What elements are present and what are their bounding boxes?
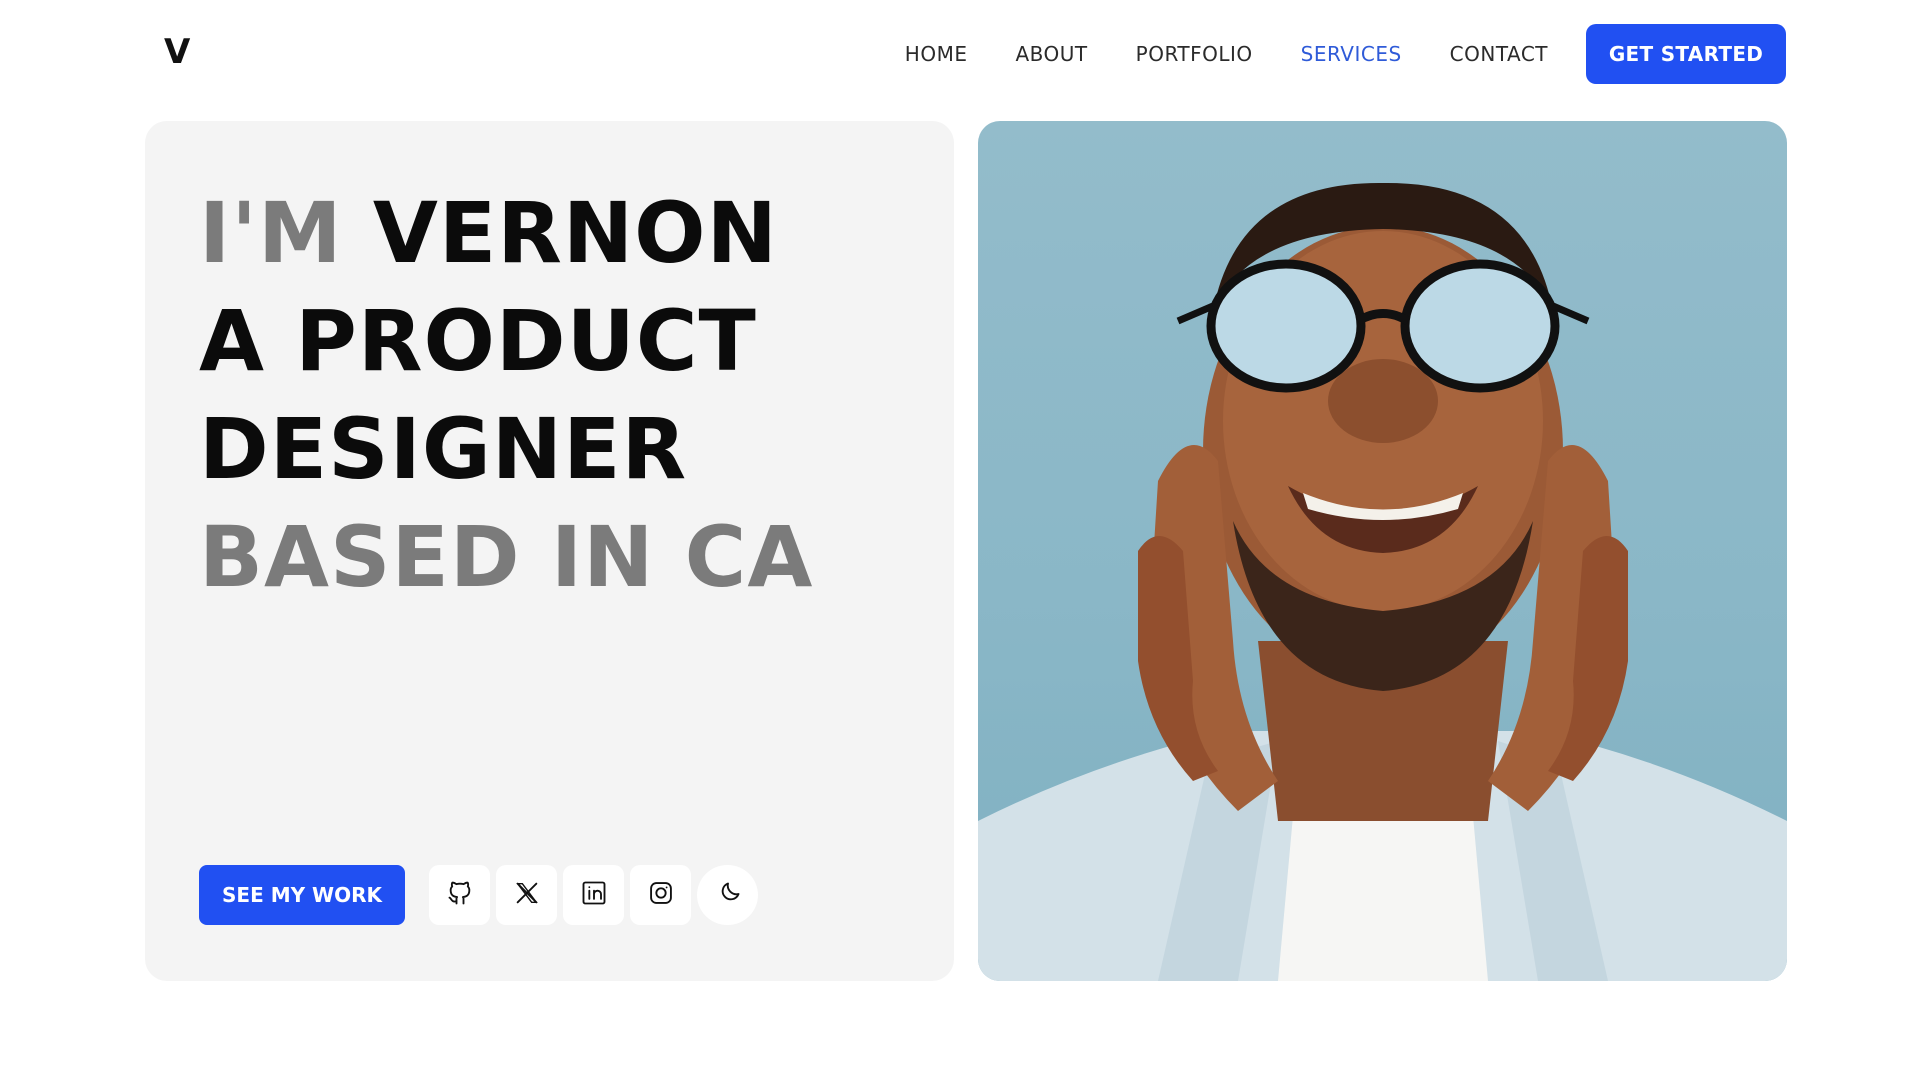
github-icon <box>446 879 474 911</box>
see-my-work-button[interactable]: SEE MY WORK <box>199 865 405 925</box>
portrait-photo <box>978 121 1787 981</box>
x-icon <box>513 879 541 911</box>
moon-icon <box>714 880 742 911</box>
nav-about-link[interactable]: ABOUT <box>1015 40 1087 68</box>
headline-im: I'M <box>199 184 343 282</box>
instagram-link[interactable] <box>630 865 691 925</box>
headline-name: VERNON <box>372 184 778 282</box>
linkedin-icon <box>580 879 608 911</box>
instagram-icon <box>647 879 675 911</box>
headline-line-1: I'M VERNON <box>199 179 813 287</box>
nav-portfolio-link[interactable]: PORTFOLIO <box>1136 40 1253 68</box>
nav-services-link[interactable]: SERVICES <box>1301 40 1402 68</box>
portrait-illustration <box>978 182 1787 981</box>
nav-contact-link[interactable]: CONTACT <box>1450 40 1548 68</box>
social-links <box>429 865 758 925</box>
theme-toggle-button[interactable] <box>697 865 758 925</box>
headline-line-2: A PRODUCT <box>199 292 757 390</box>
get-started-button[interactable]: GET STARTED <box>1586 24 1786 84</box>
github-link[interactable] <box>429 865 490 925</box>
top-navigation: V HOME ABOUT PORTFOLIO SERVICES CONTACT … <box>0 0 1920 108</box>
x-link[interactable] <box>496 865 557 925</box>
hero-headline: I'M VERNON A PRODUCT DESIGNER BASED IN C… <box>199 179 813 611</box>
headline-line-4: BASED IN CA <box>199 508 814 606</box>
logo[interactable]: V <box>164 32 190 72</box>
nav-home-link[interactable]: HOME <box>905 40 968 68</box>
main-menu: HOME ABOUT PORTFOLIO SERVICES CONTACT <box>857 40 1548 68</box>
hero-intro-card: I'M VERNON A PRODUCT DESIGNER BASED IN C… <box>145 121 954 981</box>
linkedin-link[interactable] <box>563 865 624 925</box>
headline-line-3: DESIGNER <box>199 400 688 498</box>
